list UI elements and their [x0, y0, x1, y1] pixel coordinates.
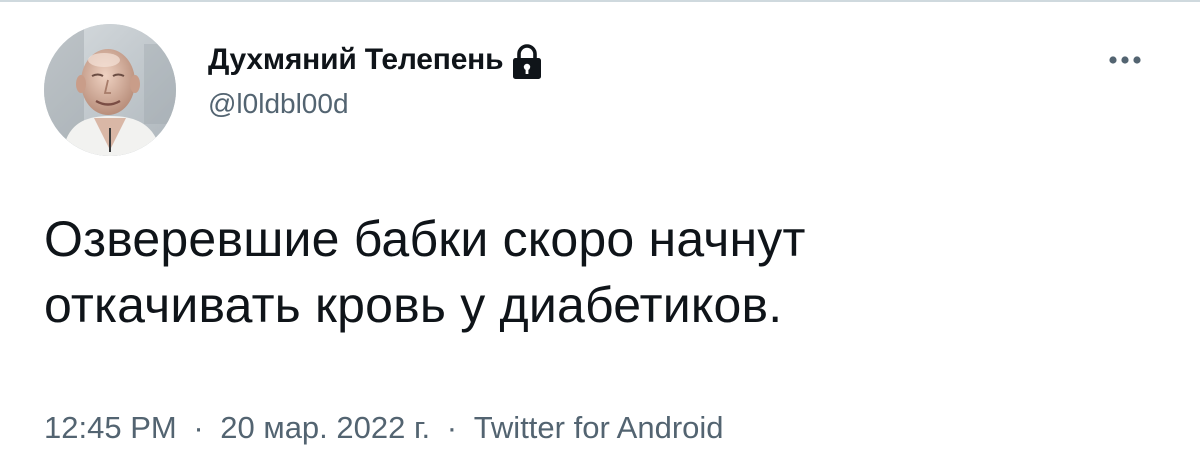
tweet-text-line: откачивать кровь у диабетиков.: [44, 277, 783, 333]
tweet-text-line: Озверевшие бабки скоро начнут: [44, 211, 806, 267]
more-options-icon[interactable]: [1100, 44, 1150, 74]
avatar[interactable]: [44, 24, 176, 156]
tweet-meta: 12:45 PM · 20 мар. 2022 г. · Twitter for…: [44, 410, 724, 446]
lock-icon: [507, 42, 547, 82]
display-name[interactable]: Духмяний Телепень: [208, 43, 504, 77]
meta-separator: ·: [193, 410, 204, 445]
author-info: Духмяний Телепень @l0ldbl00d: [208, 40, 547, 120]
avatar-image: [44, 24, 176, 156]
tweet-source[interactable]: Twitter for Android: [474, 410, 724, 445]
tweet-card: Духмяний Телепень @l0ldbl00d Озверевшие …: [0, 0, 1200, 469]
tweet-text: Озверевшие бабки скоро начнут откачивать…: [44, 206, 1154, 338]
tweet-date[interactable]: 20 мар. 2022 г.: [220, 410, 430, 445]
username-handle[interactable]: @l0ldbl00d: [208, 88, 547, 120]
tweet-time[interactable]: 12:45 PM: [44, 410, 177, 445]
display-name-row: Духмяний Телепень: [208, 40, 547, 80]
meta-separator: ·: [446, 410, 458, 445]
